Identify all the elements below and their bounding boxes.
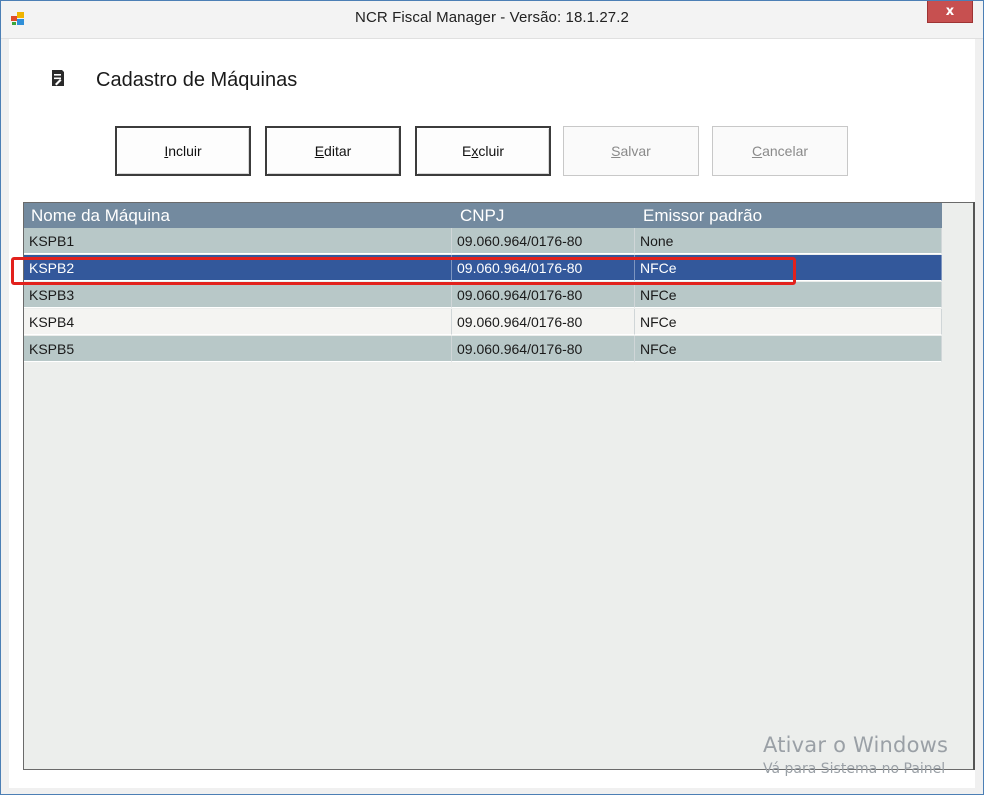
include-button[interactable]: Incluir bbox=[115, 126, 251, 176]
cell-emissor[interactable]: None bbox=[635, 228, 942, 254]
cell-emissor[interactable]: NFCe bbox=[635, 309, 942, 335]
cancel-button-label: Cancelar bbox=[751, 143, 809, 159]
cell-cnpj[interactable]: 09.060.964/0176-80 bbox=[452, 282, 635, 308]
column-header-name[interactable]: Nome da Máquina bbox=[31, 206, 170, 226]
document-edit-icon bbox=[51, 69, 65, 87]
table-row[interactable]: KSPB3 09.060.964/0176-80 NFCe bbox=[24, 282, 942, 308]
cell-emissor[interactable]: NFCe bbox=[635, 336, 942, 362]
cell-name[interactable]: KSPB3 bbox=[24, 282, 452, 308]
close-button[interactable]: x bbox=[927, 1, 973, 23]
table-row[interactable]: KSPB5 09.060.964/0176-80 NFCe bbox=[24, 336, 942, 362]
table-row[interactable]: KSPB4 09.060.964/0176-80 NFCe bbox=[24, 309, 942, 335]
close-icon: x bbox=[945, 4, 955, 19]
column-header-emissor[interactable]: Emissor padrão bbox=[643, 206, 762, 226]
edit-button[interactable]: Editar bbox=[265, 126, 401, 176]
main-window: NCR Fiscal Manager - Versão: 18.1.27.2 x… bbox=[0, 0, 984, 795]
delete-button[interactable]: Excluir bbox=[415, 126, 551, 176]
cancel-button[interactable]: Cancelar bbox=[712, 126, 848, 176]
table-row[interactable]: KSPB1 09.060.964/0176-80 None bbox=[24, 228, 942, 254]
client-area: Cadastro de Máquinas Incluir Editar Excl… bbox=[9, 39, 975, 788]
title-bar[interactable]: NCR Fiscal Manager - Versão: 18.1.27.2 x bbox=[1, 1, 983, 39]
include-button-label: Incluir bbox=[164, 143, 202, 159]
table-row-selected[interactable]: KSPB2 09.060.964/0176-80 NFCe bbox=[24, 255, 942, 281]
cell-name[interactable]: KSPB1 bbox=[24, 228, 452, 254]
page-title: Cadastro de Máquinas bbox=[96, 69, 298, 91]
cell-emissor[interactable]: NFCe bbox=[635, 255, 942, 281]
save-button-label: Salvar bbox=[611, 143, 651, 159]
cell-cnpj[interactable]: 09.060.964/0176-80 bbox=[452, 336, 635, 362]
cell-name[interactable]: KSPB5 bbox=[24, 336, 452, 362]
cell-cnpj[interactable]: 09.060.964/0176-80 bbox=[452, 228, 635, 254]
edit-button-label: Editar bbox=[314, 143, 352, 159]
window-title: NCR Fiscal Manager - Versão: 18.1.27.2 bbox=[355, 9, 629, 26]
machines-grid[interactable]: Nome da Máquina CNPJ Emissor padrão KSPB… bbox=[23, 202, 975, 770]
delete-button-label: Excluir bbox=[461, 143, 504, 159]
cell-name[interactable]: KSPB2 bbox=[24, 255, 452, 281]
cell-emissor[interactable]: NFCe bbox=[635, 282, 942, 308]
grid-header: Nome da Máquina CNPJ Emissor padrão bbox=[24, 203, 942, 228]
cell-cnpj[interactable]: 09.060.964/0176-80 bbox=[452, 255, 635, 281]
cell-cnpj[interactable]: 09.060.964/0176-80 bbox=[452, 309, 635, 335]
cell-name[interactable]: KSPB4 bbox=[24, 309, 452, 335]
grid-border bbox=[973, 202, 975, 770]
column-header-cnpj[interactable]: CNPJ bbox=[460, 206, 504, 226]
save-button[interactable]: Salvar bbox=[563, 126, 699, 176]
